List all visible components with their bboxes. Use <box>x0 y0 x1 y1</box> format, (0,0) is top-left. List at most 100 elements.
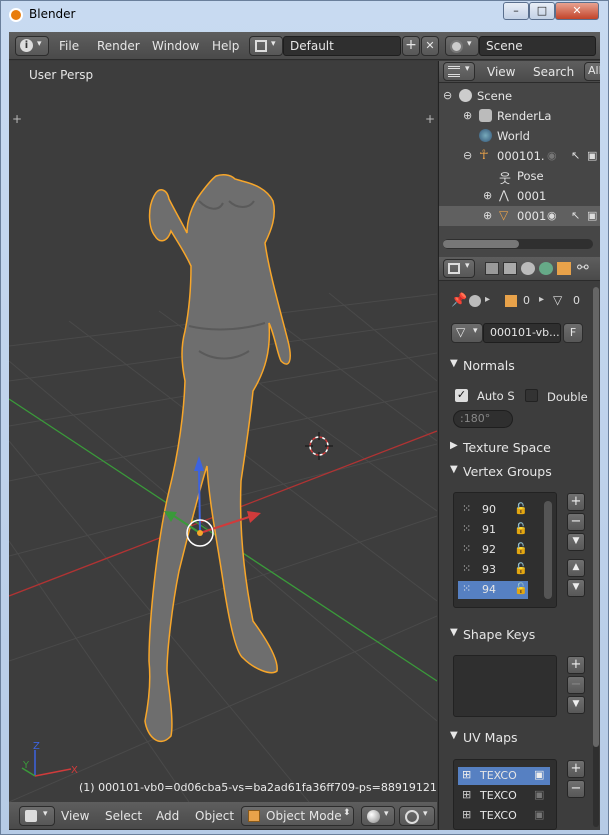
outliner-item-mesh[interactable]: ⊕ ▽ 0001 ◉ ↖ ▣ <box>439 206 600 226</box>
properties-editor[interactable]: ▾ ⚯ 📌 ▸ 0 ▸ ▽ 0 ▽ ▾ 000101-vb... F ▼ Nor… <box>438 257 600 830</box>
add-shape-key-button[interactable]: + <box>567 656 585 674</box>
render-camera-icon[interactable]: ▣ <box>534 788 544 801</box>
character-mesh[interactable] <box>144 174 291 742</box>
interaction-mode-selector[interactable]: Object Mode ⬍ <box>241 806 354 826</box>
list-item[interactable]: ⊞ TEXCO ▣ <box>458 807 550 825</box>
collapse-toggle-icon[interactable]: ⊖ <box>443 89 452 102</box>
pin-icon[interactable]: 📌 <box>451 293 467 308</box>
list-item-selected[interactable]: ⊞ TEXCO ▣ <box>458 767 550 785</box>
auto-smooth-checkbox[interactable]: ✓ <box>455 389 468 402</box>
outliner-item-armature[interactable]: ⊖ ☥ 000101. ◉ ↖ ▣ <box>439 146 600 166</box>
scene-field[interactable]: Scene <box>479 36 596 56</box>
render-camera-icon[interactable]: ▣ <box>587 209 597 222</box>
vertex-group-specials-button[interactable]: ▼ <box>567 533 585 551</box>
lock-icon[interactable]: 🔓 <box>514 502 528 515</box>
list-item[interactable]: ⁙ 90 🔓 <box>458 501 528 519</box>
expand-toggle-icon[interactable]: ⊕ <box>483 209 492 222</box>
list-item[interactable]: ⁙ 91 🔓 <box>458 521 528 539</box>
select-cursor-icon[interactable]: ↖ <box>571 149 580 162</box>
3d-viewport[interactable]: Z Y X User Persp + + (1) 000101-vb0=0d06… <box>9 61 437 802</box>
list-item-selected[interactable]: ⁙ 94 🔓 <box>458 581 528 599</box>
object-tab-icon[interactable] <box>557 262 571 275</box>
render-camera-icon[interactable]: ▣ <box>587 149 597 162</box>
shape-keys-list[interactable] <box>453 655 557 717</box>
add-uv-map-button[interactable]: + <box>567 760 585 778</box>
outliner-item-scene[interactable]: ⊖ Scene <box>439 86 600 106</box>
screen-layout-selector[interactable]: ▾ <box>249 36 283 56</box>
panel-vertex-groups-header[interactable]: ▼ Vertex Groups <box>445 461 585 483</box>
outliner-editor[interactable]: ▾ View Search All ⊖ Scene ⊕ RenderLa Wor… <box>438 61 600 257</box>
lock-icon[interactable]: 🔓 <box>514 522 528 535</box>
add-vertex-group-button[interactable]: + <box>567 493 585 511</box>
panel-normals-header[interactable]: ▼ Normals <box>445 355 585 377</box>
outliner-item-world[interactable]: World <box>439 126 600 146</box>
move-up-button[interactable]: ▲ <box>567 559 585 577</box>
viewport-shading-selector[interactable]: ▾ <box>361 806 395 826</box>
panel-uv-maps-header[interactable]: ▼ UV Maps <box>445 727 585 749</box>
menu-window[interactable]: Window <box>152 39 199 53</box>
panel-texture-space-header[interactable]: ▶ Texture Space <box>445 437 585 459</box>
render-tab-icon[interactable] <box>485 262 499 275</box>
double-sided-checkbox[interactable] <box>525 389 538 402</box>
mesh-name-field[interactable]: 000101-vb... <box>483 323 561 343</box>
minimize-button[interactable]: – <box>503 2 529 20</box>
pivot-point-selector[interactable]: ▾ <box>399 806 435 826</box>
editor-type-properties-button[interactable]: ▾ <box>443 259 475 278</box>
auto-smooth-angle-field[interactable]: :180° <box>453 410 513 428</box>
lock-icon[interactable]: 🔓 <box>514 542 528 555</box>
collapse-toggle-icon[interactable]: ⊖ <box>463 149 472 162</box>
constraints-tab-icon[interactable]: ⚯ <box>577 260 589 276</box>
menu-render[interactable]: Render <box>97 39 140 53</box>
toolshelf-toggle[interactable]: + <box>12 112 22 126</box>
scrollbar-thumb[interactable] <box>593 287 599 747</box>
expand-toggle-icon[interactable]: ⊕ <box>463 109 472 122</box>
lock-icon[interactable]: 🔓 <box>514 562 528 575</box>
outliner-item-pose[interactable]: 웃 Pose <box>439 166 600 187</box>
list-item[interactable]: ⁙ 92 🔓 <box>458 541 528 559</box>
render-camera-icon[interactable]: ▣ <box>534 768 544 781</box>
scene-tab-icon[interactable] <box>521 262 535 275</box>
render-camera-icon[interactable]: ▣ <box>534 808 544 821</box>
editor-type-3d-button[interactable]: ▾ <box>19 806 55 826</box>
properties-region-toggle[interactable]: + <box>425 112 435 126</box>
shape-key-specials-button[interactable]: ▼ <box>567 696 585 714</box>
remove-shape-key-button[interactable]: − <box>567 676 585 694</box>
uv-maps-list[interactable]: ⊞ TEXCO ▣ ⊞ TEXCO ▣ ⊞ TEXCO ▣ <box>453 759 557 830</box>
select-cursor-icon[interactable]: ↖ <box>571 209 580 222</box>
outliner-hscrollbar[interactable] <box>443 239 593 249</box>
lock-icon[interactable]: 🔓 <box>514 582 528 595</box>
menu-help[interactable]: Help <box>212 39 239 53</box>
editor-type-outliner-button[interactable]: ▾ <box>443 62 475 81</box>
maximize-button[interactable]: □ <box>529 2 555 20</box>
properties-scrollbar[interactable] <box>593 287 599 827</box>
menu-select[interactable]: Select <box>105 809 142 823</box>
list-item[interactable]: ⊞ TEXCO ▣ <box>458 787 550 805</box>
remove-uv-map-button[interactable]: − <box>567 780 585 798</box>
3d-cursor[interactable] <box>305 432 333 460</box>
visibility-eye-icon[interactable]: ◉ <box>547 149 557 162</box>
outliner-menu-search[interactable]: Search <box>533 65 574 79</box>
menu-object[interactable]: Object <box>195 809 234 823</box>
scrollbar-thumb[interactable] <box>443 240 519 248</box>
mesh-browse-button[interactable]: ▽ ▾ <box>451 323 483 343</box>
outliner-menu-view[interactable]: View <box>487 65 515 79</box>
outliner-display-mode[interactable]: All <box>584 62 600 81</box>
outliner-item-renderlayers[interactable]: ⊕ RenderLa <box>439 106 600 126</box>
outliner-item-armature-data[interactable]: ⊕ ⋀ 0001 <box>439 186 600 206</box>
panel-shape-keys-header[interactable]: ▼ Shape Keys <box>445 624 585 646</box>
menu-file[interactable]: File <box>59 39 79 53</box>
menu-add[interactable]: Add <box>156 809 179 823</box>
world-tab-icon[interactable] <box>539 262 553 275</box>
screen-layout-field[interactable]: Default <box>283 36 401 56</box>
delete-screen-button[interactable]: ✕ <box>421 36 439 56</box>
editor-type-info-button[interactable]: i ▾ <box>15 36 49 56</box>
move-down-button[interactable]: ▼ <box>567 579 585 597</box>
fake-user-button[interactable]: F <box>563 323 583 343</box>
vertex-groups-list[interactable]: ⁙ 90 🔓 ⁙ 91 🔓 ⁙ 92 🔓 ⁙ 93 🔓 ⁙ 94 🔓 <box>453 492 557 608</box>
close-button[interactable]: ✕ <box>555 2 599 20</box>
visibility-eye-icon[interactable]: ◉ <box>547 209 557 222</box>
expand-toggle-icon[interactable]: ⊕ <box>483 189 492 202</box>
list-item[interactable]: ⁙ 93 🔓 <box>458 561 528 579</box>
render-layers-tab-icon[interactable] <box>503 262 517 275</box>
scene-selector[interactable]: ▾ <box>445 36 479 56</box>
